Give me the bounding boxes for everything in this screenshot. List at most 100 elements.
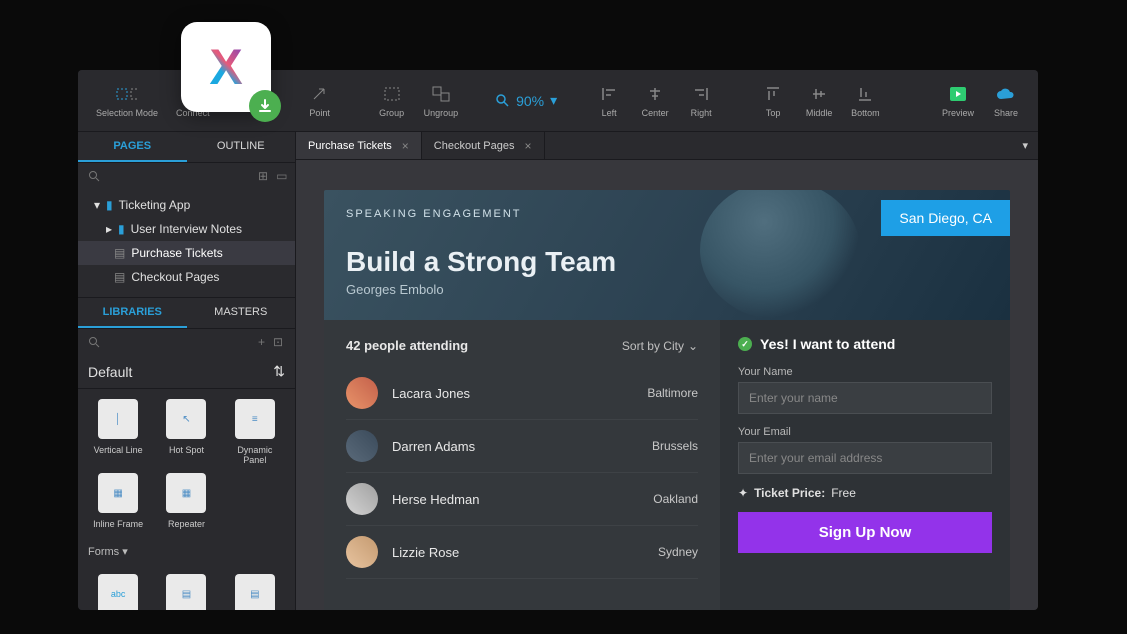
align-top-button[interactable]: Top [753,80,793,122]
tab-masters[interactable]: MASTERS [187,298,296,328]
forms-widget-grid: abc ▤ ▤ [78,564,295,610]
widget-dynamic-panel[interactable]: ≡Dynamic Panel [225,399,285,465]
widget-label: Repeater [168,519,205,529]
canvas-tab-label: Purchase Tickets [308,140,392,152]
selection-mode-button[interactable]: Selection Mode [90,80,164,122]
add-page-icon[interactable]: ⊞ [258,169,268,183]
avatar [346,430,378,462]
attendee-city: Brussels [652,439,698,453]
widget-grid: │Vertical Line ↖Hot Spot ≡Dynamic Panel … [78,389,295,539]
selection-mode-label: Selection Mode [96,108,158,118]
attendee-city: Sydney [658,545,698,559]
city-badge: San Diego, CA [881,200,1010,236]
tree-checkout[interactable]: ▤Checkout Pages [78,265,295,289]
tree-notes[interactable]: ▸▮User Interview Notes [78,217,295,241]
point-button[interactable]: Point [300,80,340,122]
attendee-row: Lacara Jones Baltimore [346,367,698,420]
hotspot-icon: ↖ [166,399,206,439]
align-right-label: Right [691,108,712,118]
download-badge-icon [249,90,281,122]
align-middle-label: Middle [806,108,833,118]
tree-purchase-label: Purchase Tickets [131,246,222,260]
sort-label: Sort by City [622,339,684,353]
align-center-label: Center [642,108,669,118]
iframe-icon: ▦ [98,473,138,513]
app-window: Selection Mode Connect Point Group Ungro… [78,70,1038,610]
zoom-icon [496,94,510,108]
tab-libraries[interactable]: LIBRARIES [78,298,187,328]
align-bottom-icon [854,84,876,104]
canvas-tabs-dropdown[interactable]: ▾ [1012,132,1038,159]
share-button[interactable]: Share [986,80,1026,122]
forms-section-header[interactable]: Forms ▾ [78,539,295,564]
add-folder-icon[interactable]: ▭ [276,169,287,183]
chevron-down-icon: ▾ [94,198,100,212]
sort-dropdown[interactable]: Sort by City ⌄ [622,339,698,353]
align-middle-button[interactable]: Middle [799,80,839,122]
point-label: Point [309,108,330,118]
settings-icon[interactable]: ⊡ [273,335,283,349]
name-label: Your Name [738,366,992,378]
add-icon[interactable]: + [258,335,265,349]
app-logo-badge: X [181,22,271,112]
widget-label: Inline Frame [93,519,143,529]
chevron-down-icon: ⌄ [688,339,698,353]
align-center-button[interactable]: Center [635,80,675,122]
chevron-right-icon: ▸ [106,222,112,236]
attendee-name: Lizzie Rose [392,545,658,560]
share-label: Share [994,108,1018,118]
search-icon [88,170,100,182]
widget-form-3[interactable]: ▤ [225,574,285,610]
group-button[interactable]: Group [372,80,412,122]
folder-icon: ▮ [106,198,113,212]
close-icon[interactable]: × [525,139,532,153]
tab-pages[interactable]: PAGES [78,132,187,162]
updown-icon: ⇅ [273,363,285,380]
library-select-label: Default [88,364,132,380]
close-icon[interactable]: × [402,139,409,153]
canvas-tab-checkout[interactable]: Checkout Pages × [422,132,545,159]
search-icon [88,336,100,348]
ungroup-button[interactable]: Ungroup [418,80,465,122]
axure-x-icon: X [209,38,242,96]
widget-form-2[interactable]: ▤ [156,574,216,610]
tree-notes-label: User Interview Notes [131,222,242,236]
email-input[interactable] [738,442,992,474]
pages-search-input[interactable] [108,170,250,182]
canvas-tab-purchase[interactable]: Purchase Tickets × [296,132,422,159]
attendee-row: Lizzie Rose Sydney [346,526,698,579]
align-bottom-label: Bottom [851,108,880,118]
chevron-down-icon: ▾ [550,92,557,109]
canvas-stage[interactable]: SPEAKING ENGAGEMENT Build a Strong Team … [296,160,1038,610]
attendee-city: Baltimore [647,386,698,400]
preview-button[interactable]: Preview [936,80,980,122]
widget-inline-frame[interactable]: ▦ Inline Frame [88,473,148,529]
align-right-button[interactable]: Right [681,80,721,122]
widget-form-1[interactable]: abc [88,574,148,610]
widget-repeater[interactable]: ▦ Repeater [156,473,216,529]
libraries-search-input[interactable] [108,336,250,348]
cloud-icon [995,84,1017,104]
canvas-tab-label: Checkout Pages [434,140,515,152]
align-left-icon [598,84,620,104]
align-left-button[interactable]: Left [589,80,629,122]
widget-vertical-line[interactable]: │Vertical Line [88,399,148,465]
library-select[interactable]: Default ⇅ [78,355,295,389]
price-value: Free [831,486,856,500]
tree-root[interactable]: ▾ ▮ Ticketing App [78,193,295,217]
repeater-icon: ▦ [166,473,206,513]
tree-root-label: Ticketing App [119,198,191,212]
page-icon: ▤ [114,270,125,284]
zoom-control[interactable]: 90% ▾ [496,92,557,109]
align-bottom-button[interactable]: Bottom [845,80,886,122]
tab-outline[interactable]: OUTLINE [187,132,296,162]
tree-purchase[interactable]: ▤Purchase Tickets [78,241,295,265]
name-input[interactable] [738,382,992,414]
left-sidebar: PAGES OUTLINE ⊞ ▭ ▾ ▮ Ticketing App ▸▮User… [78,132,296,610]
attendee-city: Oakland [653,492,698,506]
group-label: Group [379,108,404,118]
widget-hotspot[interactable]: ↖Hot Spot [156,399,216,465]
canvas-area: Purchase Tickets × Checkout Pages × ▾ SP… [296,132,1038,610]
signup-button[interactable]: Sign Up Now [738,512,992,553]
align-top-icon [762,84,784,104]
